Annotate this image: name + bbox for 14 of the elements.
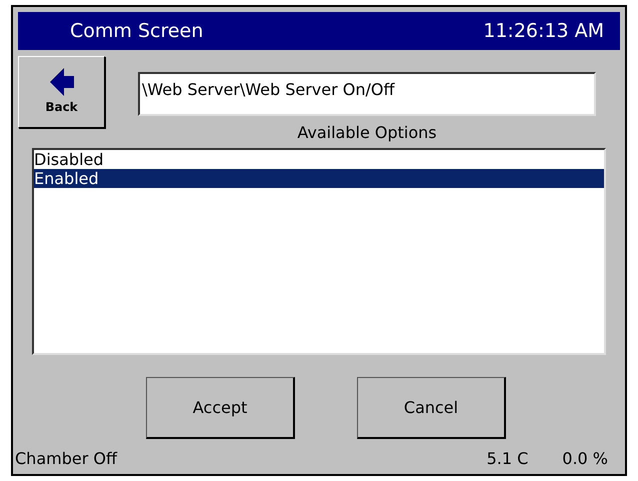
- humidity-reading: 0.0 %: [562, 448, 608, 470]
- clock-time: 11:26:13 AM: [483, 18, 604, 44]
- path-field[interactable]: \Web Server\Web Server On/Off: [138, 72, 596, 116]
- option-item[interactable]: Enabled: [34, 169, 604, 188]
- chamber-status: Chamber Off: [15, 448, 118, 470]
- back-button[interactable]: Back: [18, 56, 105, 128]
- option-item[interactable]: Disabled: [34, 150, 604, 169]
- dialog-button[interactable]: Cancel: [357, 377, 506, 439]
- options-list[interactable]: Disabled Enabled: [32, 148, 606, 355]
- screen-title: Comm Screen: [70, 18, 204, 44]
- options-heading: Available Options: [297, 122, 437, 144]
- left-arrow-icon: [50, 68, 74, 96]
- dialog-button[interactable]: Accept: [146, 377, 295, 439]
- temperature-reading: 5.1 C: [486, 448, 528, 470]
